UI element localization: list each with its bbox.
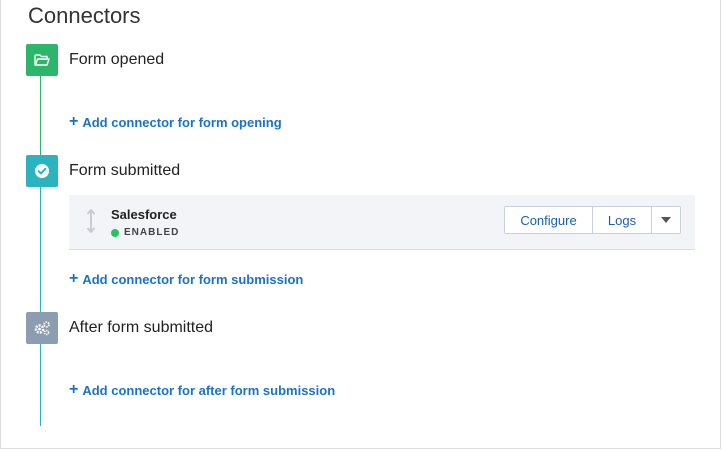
stage-form-submitted-label: Form submitted <box>69 162 181 179</box>
folder-open-icon <box>26 44 58 76</box>
connector-actions: Configure Logs <box>504 206 681 234</box>
timeline-line <box>40 342 41 426</box>
check-circle-icon <box>26 155 58 187</box>
add-connector-form-opening-link[interactable]: + Add connector for form opening <box>69 114 282 130</box>
status-text: ENABLED <box>124 227 180 238</box>
connector-name: Salesforce <box>111 207 177 222</box>
drag-handle-icon[interactable] <box>85 208 97 234</box>
status-dot-icon <box>111 228 119 237</box>
stage-after-form-submitted-label: After form submitted <box>69 319 214 336</box>
connector-row-salesforce: Salesforce ENABLED Configure Logs <box>69 195 695 250</box>
timeline-line <box>40 72 41 158</box>
add-connector-form-submission-link[interactable]: + Add connector for form submission <box>69 271 303 287</box>
configure-button[interactable]: Configure <box>505 207 593 233</box>
status-badge: ENABLED <box>111 227 179 238</box>
add-connector-label: Add connector for form submission <box>82 271 304 287</box>
caret-down-icon <box>661 217 671 223</box>
plus-icon: + <box>69 270 79 287</box>
plus-icon: + <box>69 113 79 130</box>
plus-icon: + <box>69 381 79 398</box>
add-connector-label: Add connector for after form submission <box>82 382 336 398</box>
add-connector-after-submission-link[interactable]: + Add connector for after form submissio… <box>69 382 335 398</box>
add-connector-label: Add connector for form opening <box>82 114 282 130</box>
page-title: Connectors <box>28 3 141 28</box>
more-actions-dropdown[interactable] <box>652 207 680 233</box>
logs-button[interactable]: Logs <box>593 207 652 233</box>
stage-form-opened-label: Form opened <box>69 51 165 68</box>
gears-icon <box>26 312 58 344</box>
timeline-line <box>40 186 41 316</box>
